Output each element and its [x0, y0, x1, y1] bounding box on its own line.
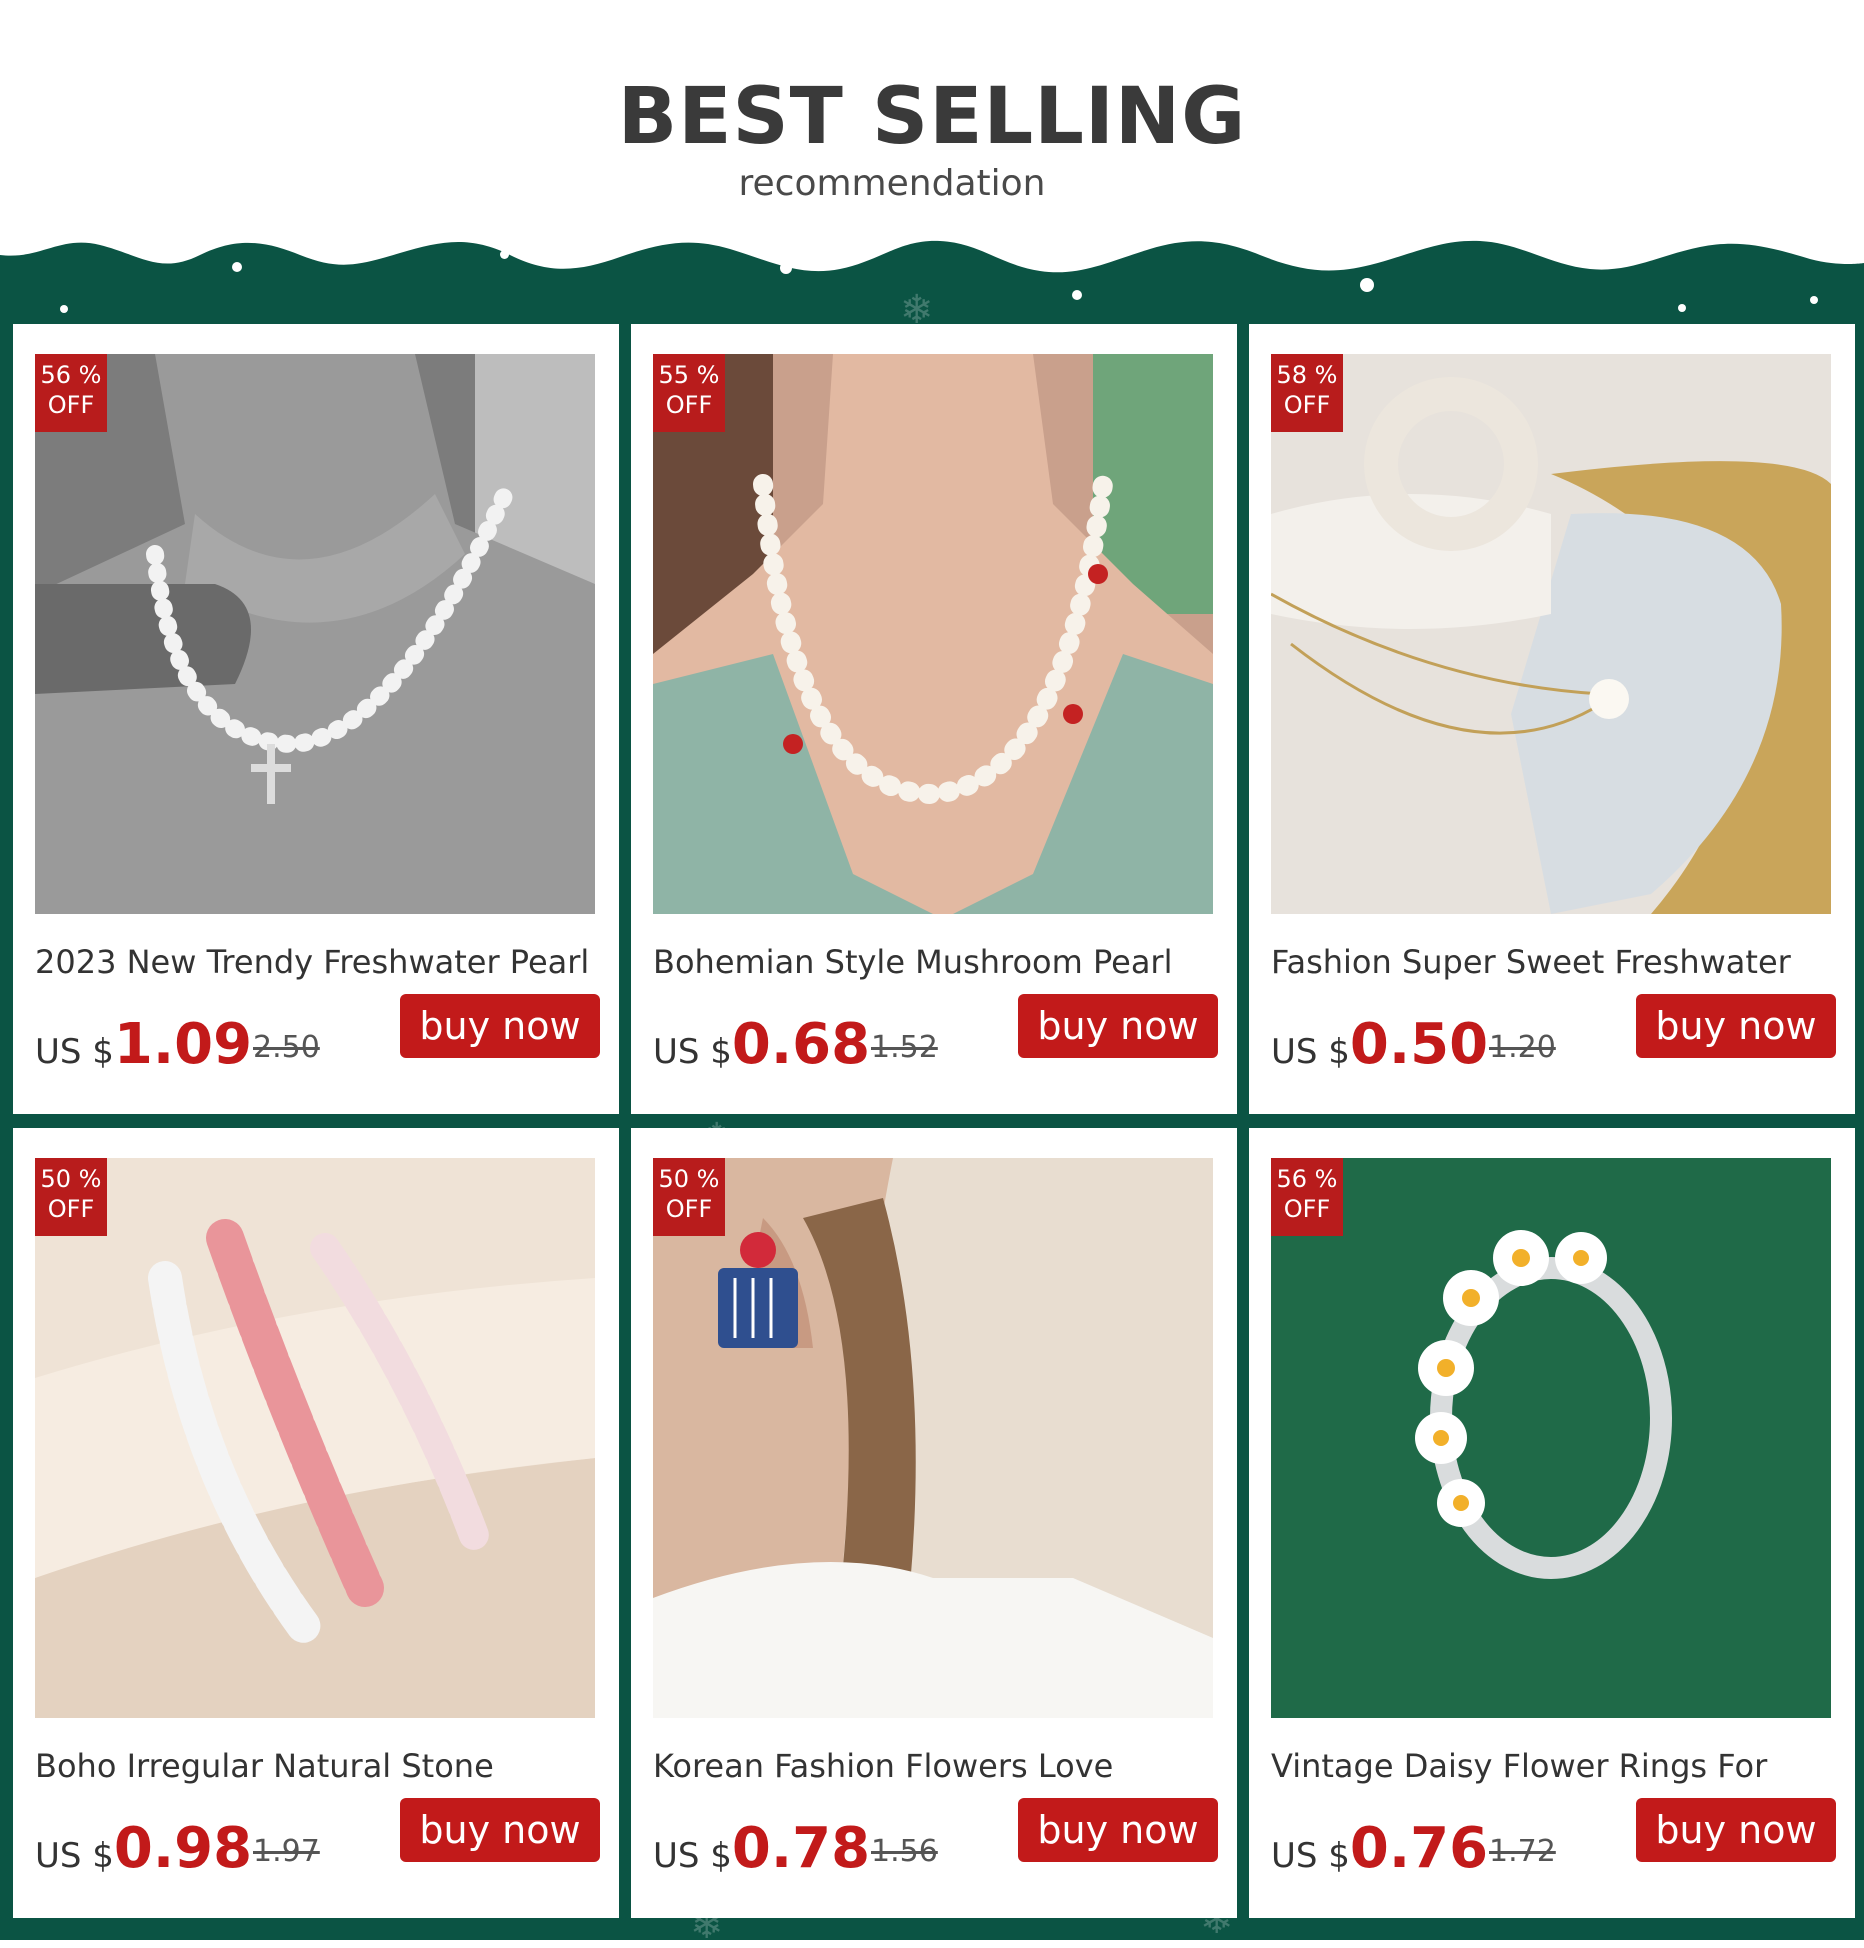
- sale-price: US $0.68: [653, 1012, 870, 1082]
- snow-dot: [60, 305, 68, 313]
- snow-dot: [1678, 304, 1686, 312]
- discount-badge: 50 % OFF: [35, 1158, 107, 1236]
- price-currency: US $: [1271, 1836, 1350, 1876]
- price-amount: 0.68: [731, 1012, 871, 1077]
- product-name[interactable]: Korean Fashion Flowers Love: [653, 1746, 1223, 1786]
- product-card[interactable]: 56 % OFF 2023 New Trendy Freshwater Pearl…: [13, 324, 619, 1114]
- product-image[interactable]: [35, 354, 595, 914]
- product-name[interactable]: Bohemian Style Mushroom Pearl: [653, 942, 1223, 982]
- price-amount: 0.50: [1349, 1012, 1489, 1077]
- sale-price: US $0.50: [1271, 1012, 1488, 1082]
- sale-price: US $1.09: [35, 1012, 252, 1082]
- snow-dot: [232, 262, 242, 272]
- price-amount: 0.78: [731, 1816, 871, 1881]
- snow-dot: [1810, 296, 1818, 304]
- original-price: 1.72: [1489, 1834, 1556, 1869]
- discount-badge: 56 % OFF: [35, 354, 107, 432]
- price-currency: US $: [653, 1836, 732, 1876]
- price-currency: US $: [1271, 1032, 1350, 1072]
- discount-badge: 56 % OFF: [1271, 1158, 1343, 1236]
- snow-dot: [780, 262, 792, 274]
- sale-price: US $0.98: [35, 1816, 252, 1886]
- product-card[interactable]: 50 % OFF Boho Irregular Natural Stone US …: [13, 1128, 619, 1918]
- discount-badge: 50 % OFF: [653, 1158, 725, 1236]
- price-currency: US $: [35, 1032, 114, 1072]
- snow-dot: [500, 250, 509, 259]
- sale-price: US $0.78: [653, 1816, 870, 1886]
- mushroom-pearl-necklace-photo: [653, 354, 1213, 914]
- flower-earring-photo: [653, 1158, 1213, 1718]
- product-image[interactable]: [653, 354, 1213, 914]
- buy-now-button[interactable]: buy now: [1018, 1798, 1218, 1862]
- original-price: 1.20: [1489, 1030, 1556, 1065]
- product-card[interactable]: 58 % OFF Fashion Super Sweet Freshwater U…: [1249, 324, 1855, 1114]
- product-image[interactable]: [1271, 354, 1831, 914]
- discount-badge: 58 % OFF: [1271, 354, 1343, 432]
- original-price: 1.97: [253, 1834, 320, 1869]
- original-price: 1.52: [871, 1030, 938, 1065]
- daisy-ring-photo: [1271, 1158, 1831, 1718]
- product-name[interactable]: Boho Irregular Natural Stone: [35, 1746, 605, 1786]
- buy-now-button[interactable]: buy now: [1636, 994, 1836, 1058]
- snow-dot: [1360, 278, 1374, 292]
- product-image[interactable]: [35, 1158, 595, 1718]
- section-subtitle: recommendation: [738, 163, 1046, 204]
- original-price: 2.50: [253, 1030, 320, 1065]
- pearl-pendant-chain-photo: [1271, 354, 1831, 914]
- product-name[interactable]: Vintage Daisy Flower Rings For: [1271, 1746, 1841, 1786]
- price-currency: US $: [653, 1032, 732, 1072]
- section-title: BEST SELLING: [617, 72, 1247, 162]
- discount-badge: 55 % OFF: [653, 354, 725, 432]
- pearl-cross-necklace-photo: [35, 354, 595, 914]
- product-card[interactable]: 56 % OFF Vintage Daisy Flower Rings For U…: [1249, 1128, 1855, 1918]
- natural-stone-bracelets-photo: [35, 1158, 595, 1718]
- product-image[interactable]: [653, 1158, 1213, 1718]
- product-card[interactable]: 50 % OFF Korean Fashion Flowers Love US $…: [631, 1128, 1237, 1918]
- buy-now-button[interactable]: buy now: [400, 1798, 600, 1862]
- price-currency: US $: [35, 1836, 114, 1876]
- buy-now-button[interactable]: buy now: [400, 994, 600, 1058]
- price-amount: 0.98: [113, 1816, 253, 1881]
- product-card[interactable]: 55 % OFF Bohemian Style Mushroom Pearl US…: [631, 324, 1237, 1114]
- product-name[interactable]: Fashion Super Sweet Freshwater: [1271, 942, 1841, 982]
- snow-dot: [1072, 290, 1082, 300]
- snow-dot: [1566, 250, 1574, 258]
- price-amount: 0.76: [1349, 1816, 1489, 1881]
- sale-price: US $0.76: [1271, 1816, 1488, 1886]
- product-name[interactable]: 2023 New Trendy Freshwater Pearl: [35, 942, 605, 982]
- original-price: 1.56: [871, 1834, 938, 1869]
- product-image[interactable]: [1271, 1158, 1831, 1718]
- buy-now-button[interactable]: buy now: [1018, 994, 1218, 1058]
- section-header: BEST SELLING recommendation: [0, 0, 1864, 240]
- price-amount: 1.09: [113, 1012, 253, 1077]
- buy-now-button[interactable]: buy now: [1636, 1798, 1836, 1862]
